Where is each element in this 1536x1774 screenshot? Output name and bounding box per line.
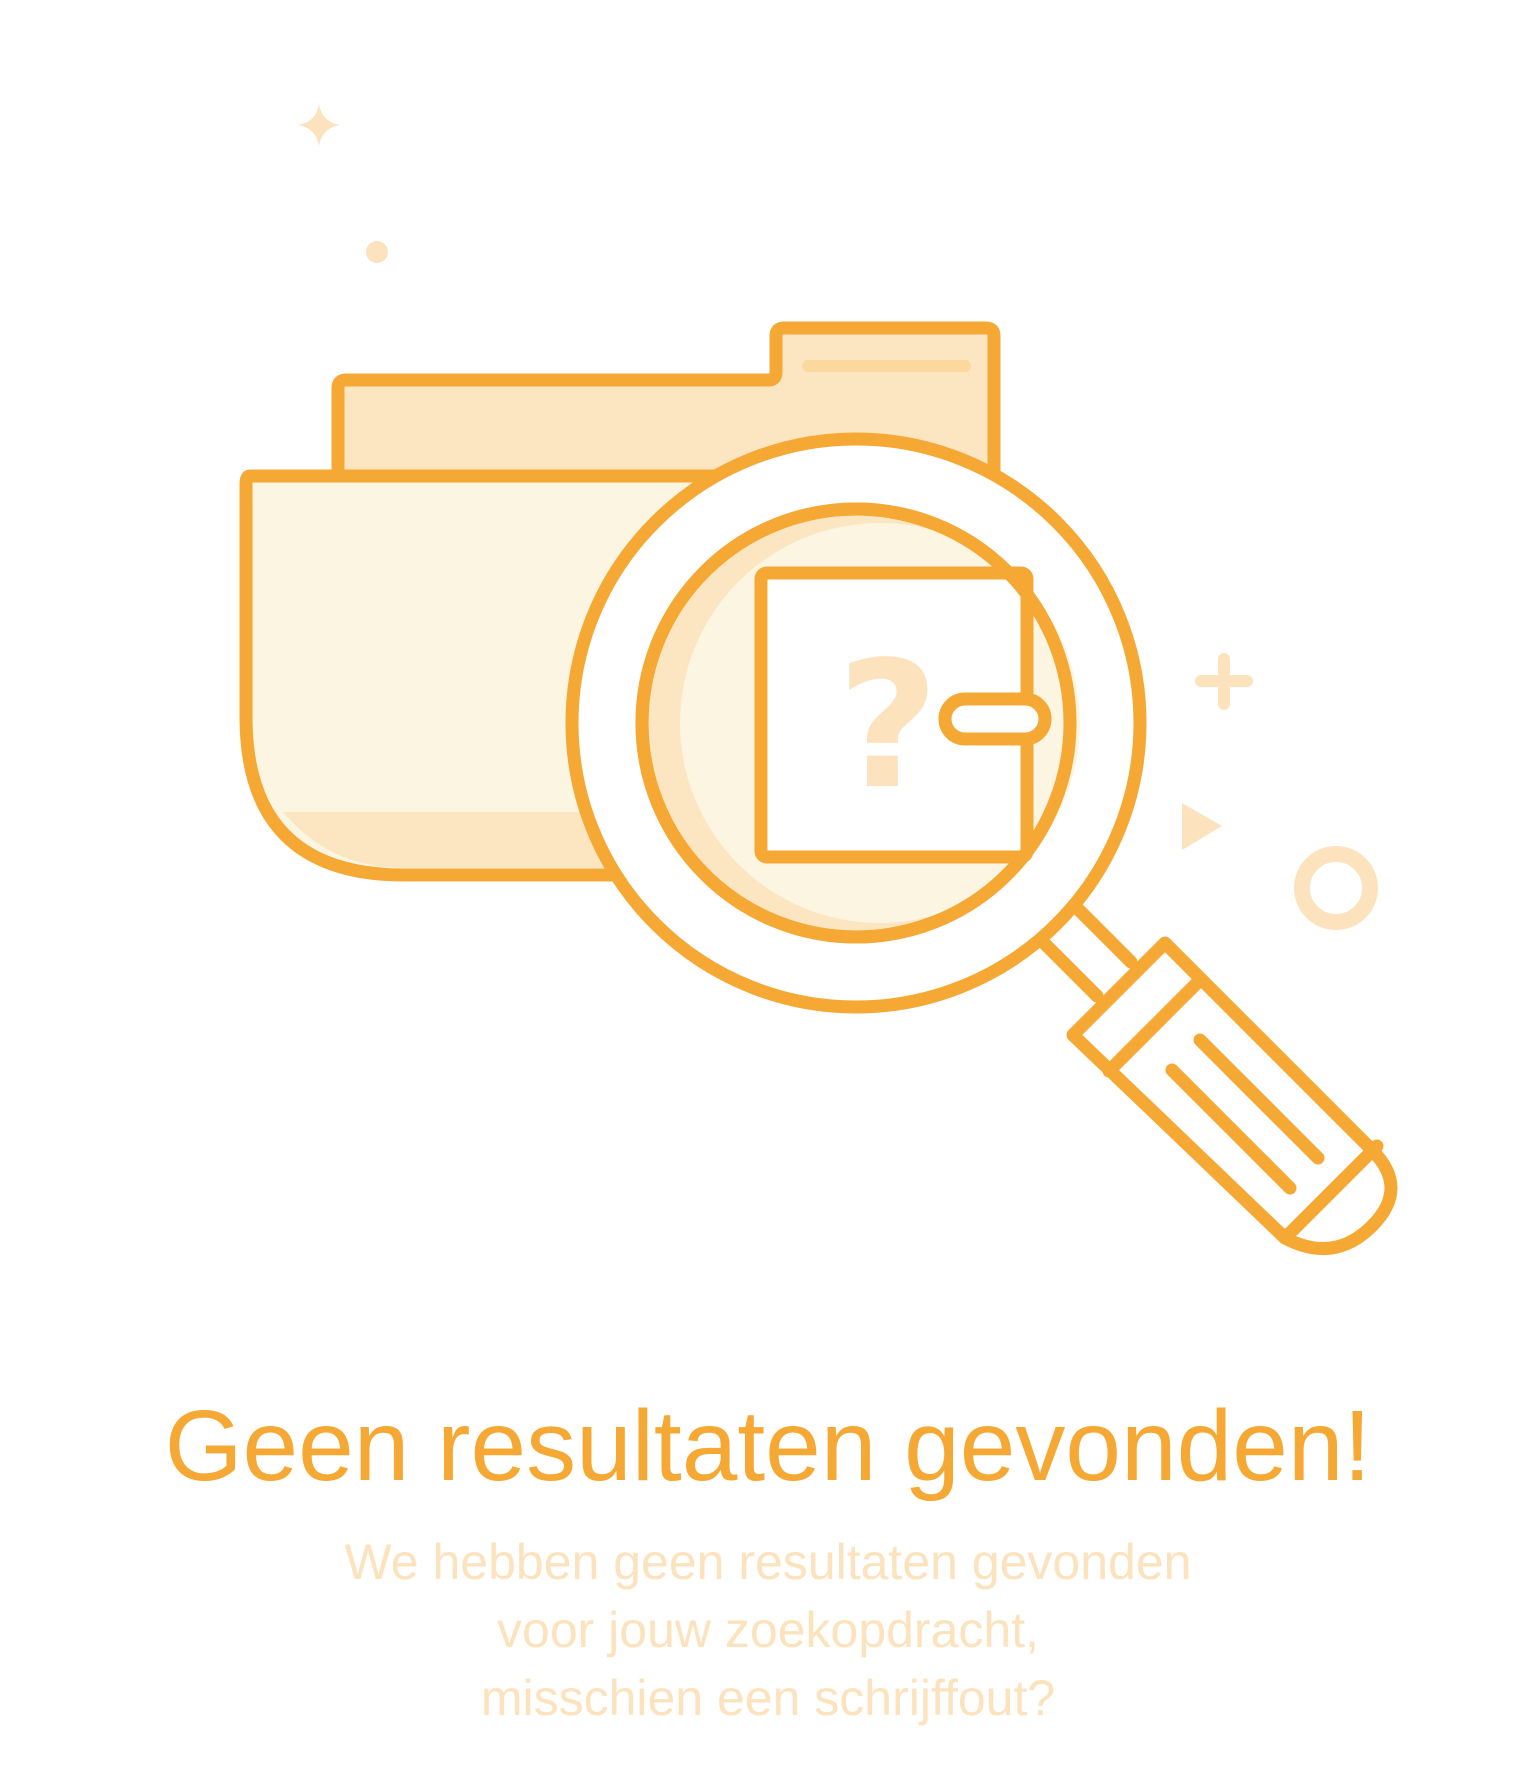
sparkle-icon — [298, 104, 340, 146]
plus-icon — [1195, 653, 1253, 710]
empty-state-title: Geen resultaten gevonden! — [164, 1390, 1372, 1502]
magnifier-handle-icon — [1033, 898, 1398, 1255]
ring-icon — [1294, 846, 1378, 930]
folder-search-illustration: ? — [239, 104, 1398, 1255]
empty-state-message-line: We hebben geen resultaten gevonden — [344, 1534, 1192, 1590]
question-mark-icon: ? — [837, 625, 939, 828]
triangle-icon — [1182, 803, 1222, 850]
empty-state-message: We hebben geen resultaten gevonden voor … — [0, 1528, 1536, 1732]
empty-state-message-line: voor jouw zoekopdracht, — [497, 1602, 1039, 1658]
empty-state: ? Geen resultaten gevonden! We hebben ge… — [0, 0, 1536, 1774]
empty-state-message-line: misschien een schrijffout? — [480, 1670, 1056, 1726]
dot-icon — [366, 241, 388, 263]
